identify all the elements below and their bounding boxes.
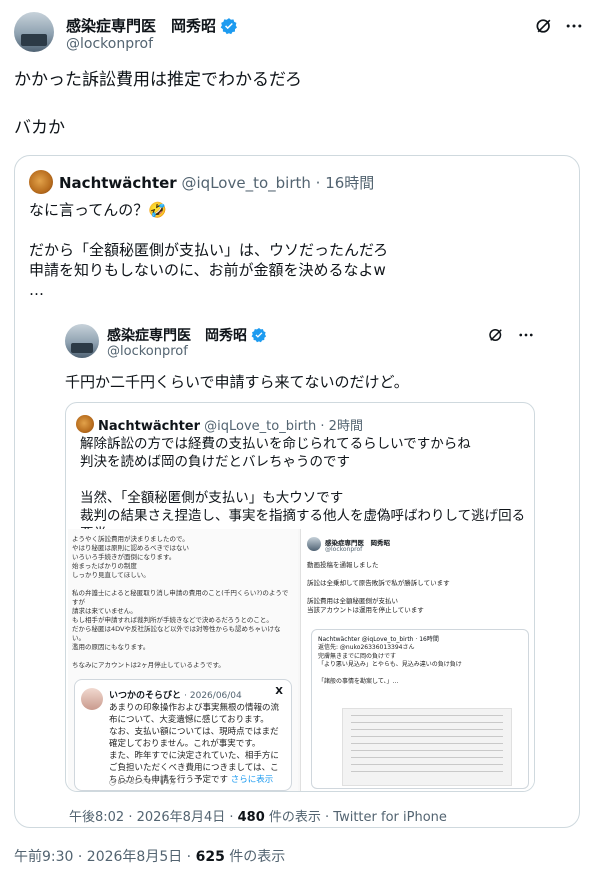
embedded-post-stats: ◯ 8 ⟳ 31 ♡ 177 ▮ 3万 xyxy=(109,779,176,786)
inner-quote-text: 解除訴訟の方では経費の支払いを命じられてるらしいですからね 判決を読めば岡の負け… xyxy=(80,436,526,542)
author-display-name[interactable]: 感染症専門医 岡秀昭 xyxy=(66,15,216,36)
quote-time: · 16時間 xyxy=(315,174,375,192)
quote-display-name: Nachtwächter xyxy=(59,174,177,192)
screenshot-right-text: 動画投稿を通報しました 訴訟は全乗却して原告敗訴で私が勝訴しています 訴訟費用は… xyxy=(307,561,450,614)
tweet-meta: 午前9:30 · 2026年8月5日 · 625 件の表示 xyxy=(14,846,285,866)
nested-author-row: 感染症専門医 岡秀昭 xyxy=(107,325,267,345)
tweet-timestamp[interactable]: 午前9:30 · 2026年8月5日 · xyxy=(14,849,196,865)
tweet-header: 感染症専門医 岡秀昭 @lockonprof xyxy=(14,12,584,60)
screenshot-right-panel: 感染症専門医 岡秀昭 @lockonprof 動画投稿を通報しました 訴訟は全乗… xyxy=(300,529,534,791)
screenshot-author-handle: @lockonprof xyxy=(325,546,363,553)
nested-timestamp[interactable]: 午後8:02 · 2026年8月4日 · xyxy=(69,810,238,825)
grok-icon[interactable] xyxy=(487,326,505,344)
inner-quote-display-name: Nachtwächter xyxy=(98,419,201,434)
author-name-row: 感染症専門医 岡秀昭 xyxy=(66,15,238,36)
nested-views-label: 件の表示 · xyxy=(264,810,334,825)
avatar xyxy=(81,688,103,710)
inner-quote-avatar xyxy=(76,415,94,433)
inner-quote-handle: @iqLove_to_birth xyxy=(204,419,317,434)
screenshot-left-panel: ようやく訴訟費用が決まりましたので。 やはり秘匿は原則に認めるべきではない いろ… xyxy=(68,529,298,791)
more-icon[interactable] xyxy=(564,16,584,36)
verified-badge-icon xyxy=(220,17,237,34)
nested-views-count: 480 xyxy=(237,810,265,825)
screenshot-inner-author: Nachtwächter @iqLove_to_birth · 16時間 xyxy=(318,636,439,643)
x-logo-icon: X xyxy=(275,686,283,697)
inner-quote-author-row: Nachtwächter @iqLove_to_birth · 2時間 xyxy=(98,415,363,434)
screenshot-left-text: ようやく訴訟費用が決まりましたので。 やはり秘匿は原則に認めるべきではない いろ… xyxy=(72,535,289,669)
quote-avatar[interactable] xyxy=(29,170,53,194)
embedded-post-author-row: いつかのそらびと · 2026/06/04 xyxy=(109,688,242,701)
verified-badge-icon xyxy=(251,328,267,343)
screenshot-inner-text: 返信先: @nuko26336013394さん 完膚無きまでに岡の負けです 「よ… xyxy=(318,644,462,685)
quote-author-row: Nachtwächter @iqLove_to_birth · 16時間 xyxy=(59,172,374,193)
tweet-text: かかった訴訟費用は推定でわかるだろ バカか xyxy=(14,70,302,138)
embedded-post-text: あまりの印象操作および事実無根の情報の流布について、大変遺憾に感じております。 … xyxy=(109,702,287,786)
quote-text: なに言ってんの？🤣 だから「全額秘匿側が支払い」は、ウソだったんだろ 申請を知り… xyxy=(29,201,389,299)
screenshot-inner-quote: Nachtwächter @iqLove_to_birth · 16時間 返信先… xyxy=(311,629,529,789)
more-icon[interactable] xyxy=(517,326,535,344)
embedded-post-author: いつかのそらびと xyxy=(109,691,182,701)
show-more-link: さらに表示 xyxy=(230,775,274,785)
nested-avatar[interactable] xyxy=(65,324,99,358)
attached-screenshot[interactable]: ようやく訴訟費用が決まりましたので。 やはり秘匿は原則に認めるべきではない いろ… xyxy=(68,529,534,791)
inner-quoted-tweet[interactable]: Nachtwächter @iqLove_to_birth · 2時間 解除訴訟… xyxy=(65,402,535,792)
avatar xyxy=(307,537,321,551)
views-count: 625 xyxy=(195,849,225,865)
nested-tweet-meta: 午後8:02 · 2026年8月4日 · 480 件の表示 · Twitter … xyxy=(69,806,447,825)
nested-handle: @lockonprof xyxy=(107,344,188,359)
screenshot-embedded-post: いつかのそらびと · 2026/06/04 X あまりの印象操作および事実無根の… xyxy=(74,679,292,791)
quoted-tweet[interactable]: Nachtwächter @iqLove_to_birth · 16時間 なに言… xyxy=(14,155,580,828)
embedded-post-date: · 2026/06/04 xyxy=(184,691,242,701)
quote-handle: @iqLove_to_birth xyxy=(181,174,311,192)
document-image xyxy=(342,708,512,786)
embedded-post-body: あまりの印象操作および事実無根の情報の流布について、大変遺憾に感じております。 … xyxy=(109,703,280,785)
avatar[interactable] xyxy=(14,12,54,52)
source-link[interactable]: Twitter for iPhone xyxy=(333,810,447,825)
nested-text: 千円か二千円くらいで申請すら来てないのだけど。 xyxy=(65,373,409,391)
views-label: 件の表示 xyxy=(224,849,286,865)
author-handle[interactable]: @lockonprof xyxy=(66,36,153,52)
grok-icon[interactable] xyxy=(534,16,554,36)
nested-display-name: 感染症専門医 岡秀昭 xyxy=(107,328,247,344)
inner-quote-time: · 2時間 xyxy=(320,419,363,434)
